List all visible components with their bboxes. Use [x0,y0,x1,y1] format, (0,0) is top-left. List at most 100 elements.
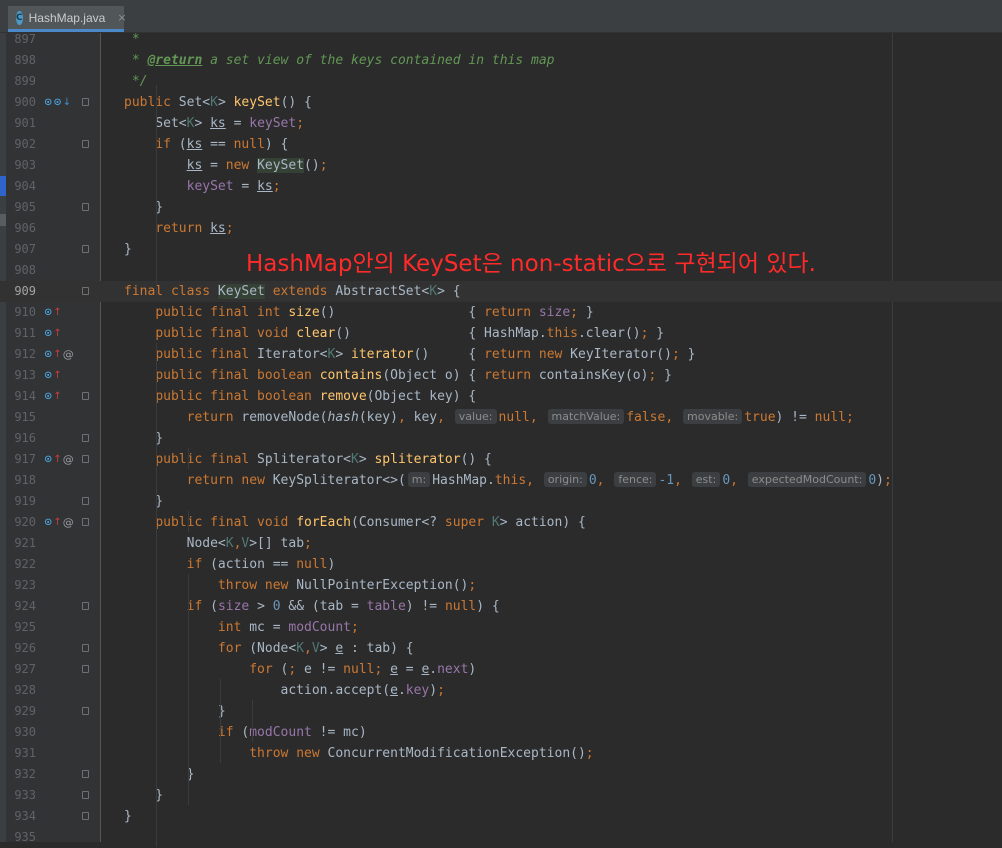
fold-marker-icon[interactable] [82,602,89,610]
fold-marker-icon[interactable] [82,644,89,652]
code-line[interactable]: 931 throw new ConcurrentModificationExce… [0,743,1002,764]
code-line[interactable]: 935 [0,827,1002,848]
code-line[interactable]: 928 action.accept(e.key); [0,680,1002,701]
code-text[interactable]: ks = new KeySet(); [124,155,328,176]
fold-marker-icon[interactable] [82,770,89,778]
line-number[interactable]: 926 [8,638,36,659]
gutter-icons[interactable]: ⊙ ↑ [44,365,62,386]
line-number[interactable]: 928 [8,680,36,701]
gutter-icons[interactable]: ⊙ ↑ [44,386,62,407]
line-number[interactable]: 934 [8,806,36,827]
code-line[interactable]: 927 for (; e != null; e = e.next) [0,659,1002,680]
gutter-icons[interactable]: ⊙ ⊙ ↓ [44,92,71,113]
overrides-method-icon[interactable]: ⊙ [44,370,52,381]
code-line[interactable]: 909 final class KeySet extends AbstractSe… [0,281,1002,302]
code-text[interactable]: return removeNode(hash(key), key, value:… [124,407,854,428]
code-text[interactable]: final class KeySet extends AbstractSet<K… [124,281,461,302]
code-text[interactable]: return new KeySpliterator<>(m: HashMap.th… [124,470,892,491]
line-number[interactable]: 921 [8,533,36,554]
line-number[interactable]: 912 [8,344,36,365]
close-icon[interactable]: × [117,11,126,24]
code-text[interactable]: * [124,29,140,50]
code-line[interactable]: 932 } [0,764,1002,785]
code-text[interactable]: } [124,764,195,785]
code-text[interactable]: } [124,701,226,722]
code-line[interactable]: 906 return ks; [0,218,1002,239]
code-line[interactable]: 913 ⊙ ↑ public final boolean contains(Obje… [0,365,1002,386]
code-line[interactable]: 905 } [0,197,1002,218]
implements-up-arrow-icon[interactable]: ↑ [53,370,61,381]
overrides-method-icon[interactable]: ⊙ [44,307,52,318]
code-line[interactable]: 898 * @return a set view of the keys con… [0,50,1002,71]
code-text[interactable]: if (modCount != mc) [124,722,367,743]
implements-up-arrow-icon[interactable]: ↑ [53,328,61,339]
annotation-at-icon[interactable]: @ [63,453,74,466]
fold-marker-icon[interactable] [82,392,89,400]
overrides-method-icon[interactable]: ⊙ [44,454,52,465]
implements-up-arrow-icon[interactable]: ↑ [53,349,61,360]
code-text[interactable]: } [124,785,163,806]
code-text[interactable]: public final void forEach(Consumer<? sup… [124,512,586,533]
fold-marker-icon[interactable] [82,497,89,505]
code-text[interactable]: public final int size() { return size; } [124,302,593,323]
code-text[interactable]: public final boolean contains(Object o) … [124,365,672,386]
code-line[interactable]: 920 ⊙ ↑ @ public final void forEach(Consume… [0,512,1002,533]
code-line[interactable]: 911 ⊙ ↑ public final void clear() { HashMa… [0,323,1002,344]
code-line[interactable]: 925 int mc = modCount; [0,617,1002,638]
line-number[interactable]: 916 [8,428,36,449]
code-line[interactable]: 910 ⊙ ↑ public final int size() { return s… [0,302,1002,323]
line-number[interactable]: 922 [8,554,36,575]
line-number[interactable]: 918 [8,470,36,491]
line-number[interactable]: 915 [8,407,36,428]
code-text[interactable]: public final boolean remove(Object key) … [124,386,476,407]
code-line[interactable]: 899 */ [0,71,1002,92]
code-line[interactable]: 897 * [0,29,1002,50]
code-text[interactable]: Set<K> ks = keySet; [124,113,304,134]
fold-marker-icon[interactable] [82,812,89,820]
line-number[interactable]: 906 [8,218,36,239]
gutter-icons[interactable]: ⊙ ↑ @ [44,512,74,533]
code-text[interactable]: for (Node<K,V> e : tab) { [124,638,414,659]
code-line[interactable]: 900 ⊙ ⊙ ↓ public Set<K> keySet() { [0,92,1002,113]
line-number[interactable]: 900 [8,92,36,113]
code-text[interactable]: if (ks == null) { [124,134,288,155]
code-text[interactable]: throw new NullPointerException(); [124,575,476,596]
line-number[interactable]: 923 [8,575,36,596]
gutter-icons[interactable]: ⊙ ↑ [44,302,62,323]
line-number[interactable]: 897 [8,29,36,50]
code-text[interactable]: public final Spliterator<K> spliterator(… [124,449,492,470]
annotation-at-icon[interactable]: @ [63,516,74,529]
code-text[interactable]: throw new ConcurrentModificationExceptio… [124,743,593,764]
code-line[interactable]: 922 if (action == null) [0,554,1002,575]
code-text[interactable]: } [124,491,163,512]
line-number[interactable]: 910 [8,302,36,323]
implements-up-arrow-icon[interactable]: ↑ [53,454,61,465]
overrides-method-icon[interactable]: ⊙ [53,97,61,108]
fold-marker-icon[interactable] [82,245,89,253]
code-line[interactable]: 901 Set<K> ks = keySet; [0,113,1002,134]
code-text[interactable]: } [124,806,132,827]
code-line[interactable]: 930 if (modCount != mc) [0,722,1002,743]
gutter-icons[interactable]: ⊙ ↑ [44,323,62,344]
overrides-method-icon[interactable]: ⊙ [44,97,52,108]
line-number[interactable]: 933 [8,785,36,806]
line-number[interactable]: 924 [8,596,36,617]
line-number[interactable]: 901 [8,113,36,134]
line-number[interactable]: 913 [8,365,36,386]
code-line[interactable]: 923 throw new NullPointerException(); [0,575,1002,596]
line-number[interactable]: 927 [8,659,36,680]
fold-marker-icon[interactable] [82,287,89,295]
fold-marker-icon[interactable] [82,518,89,526]
overrides-method-icon[interactable]: ⊙ [44,517,52,528]
code-text[interactable]: action.accept(e.key); [124,680,445,701]
fold-marker-icon[interactable] [82,203,89,211]
fold-marker-icon[interactable] [82,707,89,715]
annotation-at-icon[interactable]: @ [63,348,74,361]
code-line[interactable]: 916 } [0,428,1002,449]
code-text[interactable]: public final void clear() { HashMap.this… [124,323,664,344]
line-number[interactable]: 914 [8,386,36,407]
line-number[interactable]: 931 [8,743,36,764]
line-number[interactable]: 911 [8,323,36,344]
overrides-method-icon[interactable]: ⊙ [44,328,52,339]
code-text[interactable]: if (size > 0 && (tab = table) != null) { [124,596,500,617]
